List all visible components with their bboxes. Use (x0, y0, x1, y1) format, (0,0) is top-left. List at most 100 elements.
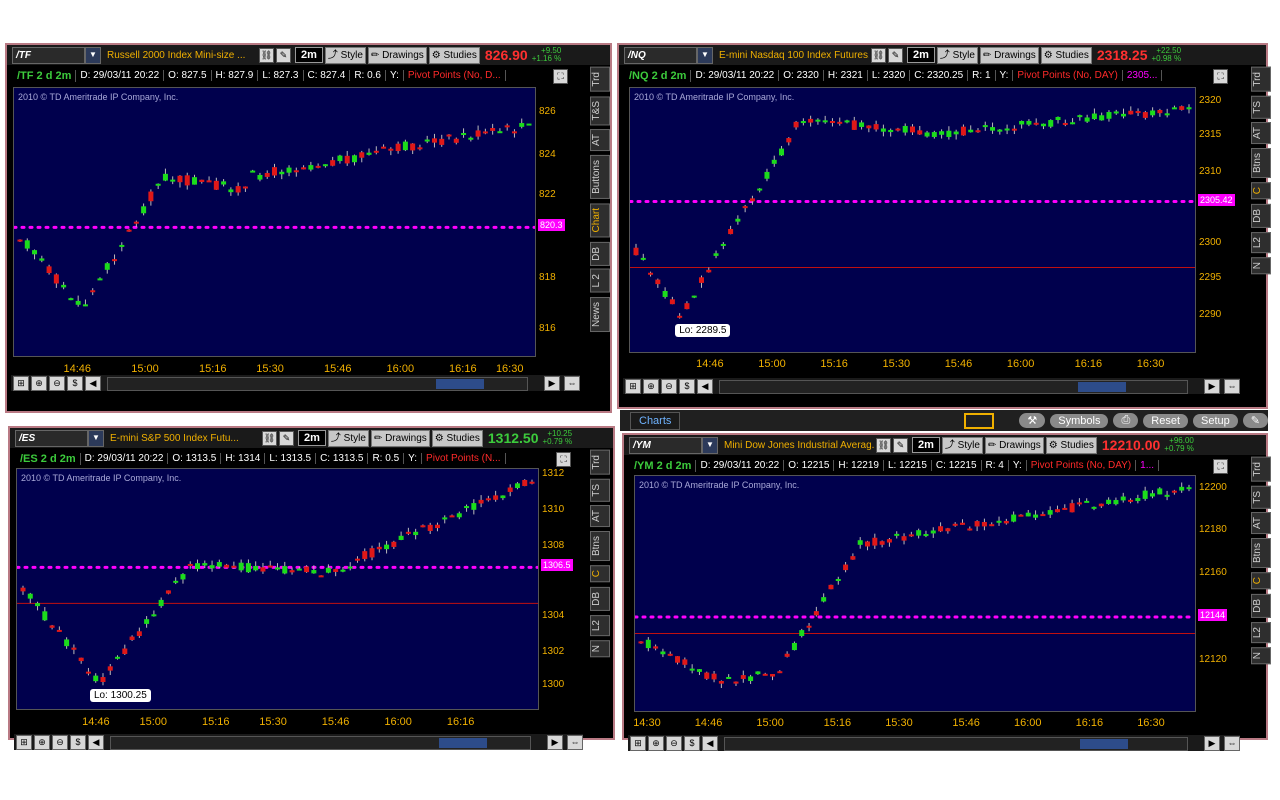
scroll-left-arrow[interactable]: ◀ (85, 375, 101, 391)
print-icon[interactable]: ⎙ (1113, 413, 1139, 428)
side-tab-n[interactable]: N (1251, 256, 1271, 274)
side-tab-at[interactable]: AT (1251, 512, 1271, 535)
scroll-left-arrow[interactable]: ◀ (702, 735, 718, 751)
side-tab-trd[interactable]: Trd (590, 450, 610, 475)
side-tab-db[interactable]: DB (1251, 203, 1271, 228)
studies-button[interactable]: ⚙ Studies (428, 46, 480, 64)
layout-box[interactable] (964, 412, 995, 429)
side-tab-at[interactable]: AT (590, 505, 610, 528)
studies-button[interactable]: ⚙ Studies (1040, 46, 1092, 64)
symbol-dropdown-button[interactable]: ▼ (85, 46, 101, 64)
chart-scrollbar[interactable]: ⊞ ⊕ ⊖ $ ◀ ▶ ⇔ (14, 734, 583, 750)
settings-icon[interactable]: ✎ (276, 47, 291, 63)
dollar-icon[interactable]: $ (684, 735, 700, 751)
scroll-left-arrow[interactable]: ◀ (697, 378, 713, 394)
symbol-dropdown-button[interactable]: ▼ (702, 436, 718, 454)
drawings-button[interactable]: ✏ Drawings (984, 436, 1044, 454)
setup-button[interactable]: Setup (1193, 413, 1238, 428)
dollar-icon[interactable]: $ (70, 734, 86, 750)
scroll-track[interactable] (724, 737, 1188, 751)
drawings-button[interactable]: ✏ Drawings (370, 429, 430, 447)
side-tab-l2[interactable]: L 2 (590, 269, 610, 293)
side-tab-btns[interactable]: Btns (1251, 148, 1271, 179)
link-icon[interactable]: ⛓ (876, 437, 891, 453)
grid-icon[interactable]: ⊞ (13, 375, 29, 391)
settings-icon[interactable]: ✎ (888, 47, 903, 63)
grid-icon[interactable]: ⊞ (625, 378, 641, 394)
link-icon[interactable]: ⛓ (262, 430, 277, 446)
side-tab-c[interactable]: C (590, 565, 610, 583)
side-tab-trd[interactable]: Trd (1251, 67, 1271, 92)
side-tab-buttons[interactable]: Buttons (590, 155, 610, 200)
style-button[interactable]: ⤴ Style (324, 46, 366, 64)
chart-scrollbar[interactable]: ⊞ ⊕ ⊖ $ ◀ ▶ ⇔ (628, 735, 1240, 751)
side-tab-n[interactable]: N (590, 639, 610, 657)
studies-button[interactable]: ⚙ Studies (431, 429, 483, 447)
fit-chart-icon[interactable]: ⇔ (564, 375, 580, 391)
zoom-out-icon[interactable]: ⊖ (661, 378, 677, 394)
side-tab-db[interactable]: DB (590, 241, 610, 266)
grid-icon[interactable]: ⊞ (16, 734, 32, 750)
dollar-icon[interactable]: $ (679, 378, 695, 394)
scroll-right-arrow[interactable]: ▶ (1204, 735, 1220, 751)
scroll-thumb[interactable] (438, 738, 487, 748)
zoom-in-icon[interactable]: ⊕ (643, 378, 659, 394)
dollar-icon[interactable]: $ (67, 375, 83, 391)
timeframe-button[interactable]: 2m (295, 47, 323, 63)
side-tab-c[interactable]: C (1251, 182, 1271, 200)
timeframe-button[interactable]: 2m (907, 47, 935, 63)
side-tab-ts[interactable]: TS (1251, 485, 1271, 509)
symbol-input[interactable]: /ES (15, 429, 88, 447)
settings-icon[interactable]: ✎ (279, 430, 294, 446)
zoom-in-icon[interactable]: ⊕ (34, 734, 50, 750)
side-tab-ts[interactable]: T&S (590, 95, 610, 126)
side-tab-chart[interactable]: Chart (590, 203, 610, 238)
zoom-in-icon[interactable]: ⊕ (648, 735, 664, 751)
expand-chart-icon[interactable]: ⛶ (1213, 459, 1228, 474)
link-icon[interactable]: ⛓ (259, 47, 274, 63)
side-tab-db[interactable]: DB (1251, 593, 1271, 618)
drawings-button[interactable]: ✏ Drawings (367, 46, 427, 64)
settings-icon[interactable]: ✎ (893, 437, 908, 453)
scroll-right-arrow[interactable]: ▶ (547, 734, 563, 750)
tools-icon[interactable]: ⚒ (1019, 413, 1046, 428)
expand-chart-icon[interactable]: ⛶ (1213, 69, 1228, 84)
charts-tab[interactable]: Charts (630, 411, 681, 430)
side-tab-news[interactable]: News (590, 296, 610, 332)
side-tab-trd[interactable]: Trd (590, 67, 610, 92)
chart-scrollbar[interactable]: ⊞ ⊕ ⊖ $ ◀ ▶ ⇔ (623, 378, 1240, 394)
scroll-right-arrow[interactable]: ▶ (1204, 378, 1220, 394)
side-tab-n[interactable]: N (1251, 646, 1271, 664)
scroll-right-arrow[interactable]: ▶ (544, 375, 560, 391)
expand-chart-icon[interactable]: ⛶ (556, 452, 571, 467)
side-tab-btns[interactable]: Btns (590, 531, 610, 562)
side-tab-btns[interactable]: Btns (1251, 538, 1271, 569)
style-button[interactable]: ⤴ Style (936, 46, 978, 64)
side-tab-l2[interactable]: L2 (1251, 231, 1271, 253)
scroll-left-arrow[interactable]: ◀ (88, 734, 104, 750)
symbol-input[interactable]: /YM (629, 436, 702, 454)
symbols-button[interactable]: Symbols (1050, 413, 1109, 428)
style-button[interactable]: ⤴ Style (941, 436, 983, 454)
zoom-out-icon[interactable]: ⊖ (52, 734, 68, 750)
side-tab-l2[interactable]: L2 (590, 614, 610, 636)
scroll-track[interactable] (719, 380, 1188, 394)
symbol-dropdown-button[interactable]: ▼ (697, 46, 713, 64)
scroll-thumb[interactable] (435, 379, 484, 389)
scroll-thumb[interactable] (1079, 739, 1128, 749)
fit-chart-icon[interactable]: ⇔ (567, 734, 583, 750)
fit-chart-icon[interactable]: ⇔ (1224, 735, 1240, 751)
side-tab-ts[interactable]: TS (1251, 95, 1271, 119)
side-tab-trd[interactable]: Trd (1251, 457, 1271, 482)
zoom-in-icon[interactable]: ⊕ (31, 375, 47, 391)
side-tab-ts[interactable]: TS (590, 478, 610, 502)
zoom-out-icon[interactable]: ⊖ (49, 375, 65, 391)
scroll-thumb[interactable] (1077, 382, 1126, 392)
symbol-input[interactable]: /NQ (624, 46, 697, 64)
link-icon[interactable]: ⛓ (871, 47, 886, 63)
symbol-dropdown-button[interactable]: ▼ (88, 429, 104, 447)
timeframe-button[interactable]: 2m (912, 437, 940, 453)
side-tab-l2[interactable]: L2 (1251, 621, 1271, 643)
scroll-track[interactable] (107, 377, 528, 391)
style-button[interactable]: ⤴ Style (327, 429, 369, 447)
